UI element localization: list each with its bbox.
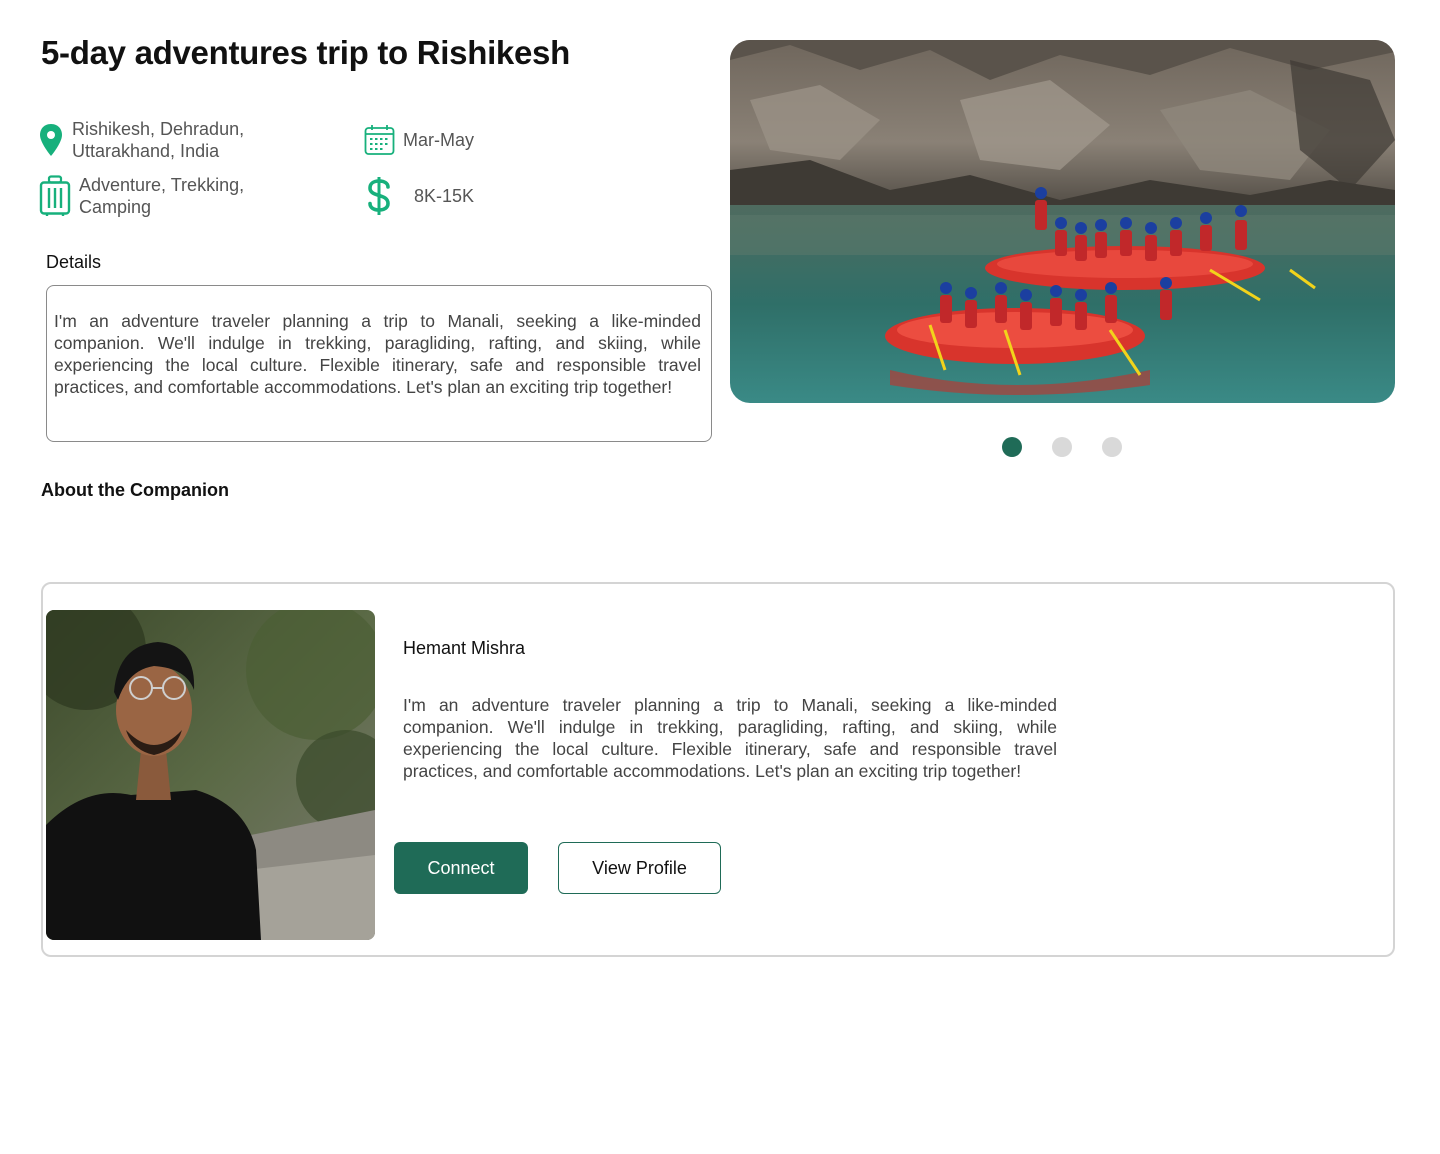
dollar-icon: [366, 176, 392, 216]
companion-bio: I'm an adventure traveler planning a tri…: [403, 695, 1057, 781]
location-line-1: Rishikesh, Dehradun,: [72, 119, 245, 139]
details-box: I'm an adventure traveler planning a tri…: [46, 285, 712, 442]
trip-location: Rishikesh, Dehradun, Uttarakhand, India: [38, 118, 244, 162]
trip-budget: 8K-15K: [366, 176, 474, 216]
calendar-icon: [364, 124, 395, 156]
location-line-2: Uttarakhand, India: [72, 141, 220, 161]
companion-name: Hemant Mishra: [403, 638, 526, 658]
trip-hero-image: [730, 40, 1395, 403]
carousel-dot-3[interactable]: [1102, 437, 1122, 457]
companion-photo: [46, 610, 375, 940]
rafting-photo: [730, 40, 1395, 403]
trip-dates-text: Mar-May: [403, 130, 474, 150]
details-text: I'm an adventure traveler planning a tri…: [54, 311, 701, 397]
carousel-dot-2[interactable]: [1052, 437, 1072, 457]
about-companion-heading: About the Companion: [41, 480, 229, 500]
view-profile-button[interactable]: View Profile: [558, 842, 721, 894]
tags-line-2: Camping: [79, 197, 152, 217]
trip-dates: Mar-May: [364, 124, 474, 156]
trip-tags: Adventure, Trekking, Camping: [39, 174, 244, 218]
connect-button[interactable]: Connect: [394, 842, 528, 894]
trip-location-text: Rishikesh, Dehradun, Uttarakhand, India: [72, 118, 244, 162]
trip-tags-text: Adventure, Trekking, Camping: [79, 174, 244, 218]
trip-budget-text: 8K-15K: [414, 186, 475, 206]
map-pin-icon: [38, 123, 64, 157]
companion-card: Hemant Mishra I'm an adventure traveler …: [41, 582, 1395, 957]
details-label: Details: [46, 252, 102, 272]
carousel-dot-1[interactable]: [1002, 437, 1022, 457]
trip-title: 5-day adventures trip to Rishikesh: [41, 34, 570, 71]
companion-avatar: [46, 610, 375, 940]
tags-line-1: Adventure, Trekking,: [79, 175, 245, 195]
carousel-dots: [1002, 437, 1122, 457]
luggage-icon: [39, 175, 71, 217]
